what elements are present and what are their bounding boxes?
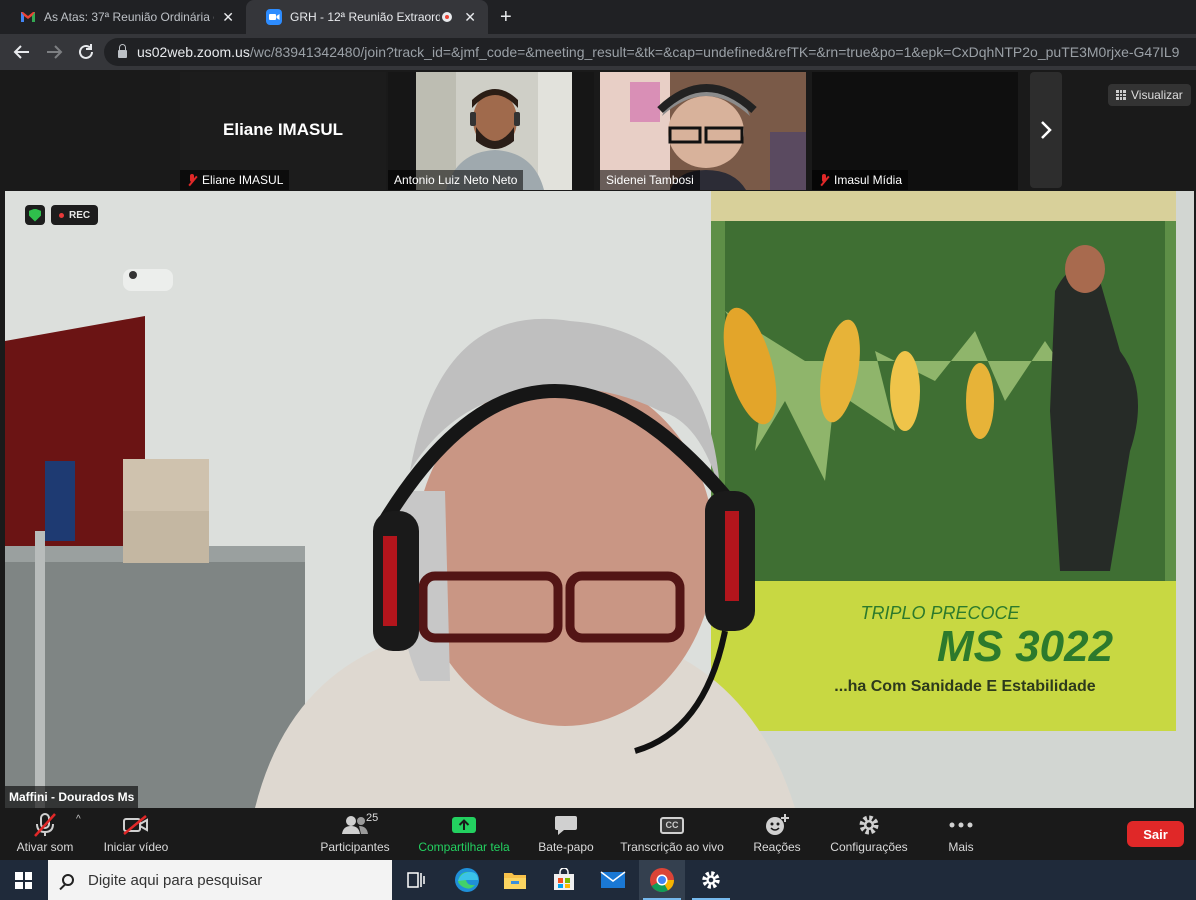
mail-icon[interactable] bbox=[590, 860, 636, 900]
participants-count: 25 bbox=[366, 812, 379, 824]
start-video-label: Iniciar vídeo bbox=[103, 840, 169, 854]
live-transcription-button[interactable]: CC Transcrição ao vivo bbox=[618, 808, 726, 860]
participant-name-placeholder: Eliane IMASUL bbox=[223, 120, 343, 139]
share-screen-icon bbox=[452, 817, 476, 833]
closed-caption-icon: CC bbox=[660, 816, 684, 834]
muted-mic-icon bbox=[186, 174, 198, 186]
chat-icon bbox=[555, 816, 577, 835]
tab-title: As Atas: 37ª Reunião Ordinária e bbox=[44, 10, 214, 24]
participant-tile[interactable]: Imasul Mídia bbox=[812, 72, 1018, 190]
participant-tile[interactable]: Antonio Luiz Neto Neto bbox=[388, 72, 594, 190]
participants-button[interactable]: 25 Participantes bbox=[318, 808, 392, 860]
unmute-label: Ativar som bbox=[16, 840, 74, 854]
lock-icon[interactable] bbox=[118, 44, 127, 58]
gear-icon bbox=[859, 815, 879, 835]
share-screen-label: Compartilhar tela bbox=[418, 840, 510, 854]
tab-gmail[interactable]: As Atas: 37ª Reunião Ordinária e ✕ bbox=[0, 0, 246, 34]
participant-label: Antonio Luiz Neto Neto bbox=[388, 170, 524, 190]
participants-label: Participantes bbox=[320, 840, 390, 854]
participant-label: Imasul Mídia bbox=[812, 170, 909, 190]
new-tab-button[interactable]: + bbox=[500, 6, 512, 29]
participant-name: Imasul Mídia bbox=[834, 173, 903, 187]
chat-label: Bate-papo bbox=[538, 840, 594, 854]
participant-tile[interactable]: Sidenei Tambosi bbox=[600, 72, 806, 190]
poster-text-2: MS 3022 bbox=[937, 622, 1114, 671]
emoji-plus-icon bbox=[766, 814, 789, 835]
participant-tile[interactable]: Eliane IMASUL Eliane IMASUL bbox=[180, 72, 386, 190]
chat-button[interactable]: Bate-papo bbox=[536, 808, 596, 860]
more-button[interactable]: Mais bbox=[944, 808, 978, 860]
close-icon[interactable]: ✕ bbox=[222, 9, 234, 26]
task-view-icon[interactable] bbox=[393, 860, 439, 900]
chevron-right-icon bbox=[1041, 121, 1052, 139]
more-label: Mais bbox=[948, 840, 974, 854]
grid-view-icon bbox=[1116, 90, 1126, 100]
recording-badge[interactable]: REC bbox=[51, 205, 99, 225]
unmute-button[interactable]: Ativar som bbox=[15, 808, 75, 860]
file-explorer-icon[interactable] bbox=[492, 860, 538, 900]
zoom-meeting: Eliane IMASUL Eliane IMASUL Antonio Luiz… bbox=[0, 70, 1196, 860]
search-placeholder: Digite aqui para pesquisar bbox=[88, 871, 263, 889]
back-arrow-icon[interactable] bbox=[12, 43, 32, 61]
speaker-video-frame: TRIPLO PRECOCE MS 3022 ...ha Com Sanidad… bbox=[5, 191, 1194, 808]
encryption-shield-icon[interactable] bbox=[25, 205, 45, 225]
url-host: us02web.zoom.us bbox=[136, 44, 250, 60]
participant-name: Antonio Luiz Neto Neto bbox=[394, 173, 518, 187]
windows-taskbar: Digite aqui para pesquisar bbox=[0, 860, 1196, 900]
reactions-button[interactable]: Reações bbox=[752, 808, 802, 860]
meeting-toolbar: Ativar som ^ Iniciar vídeo 25 Participan… bbox=[0, 808, 1196, 860]
more-dots-icon bbox=[949, 822, 973, 828]
windows-start-icon[interactable] bbox=[15, 872, 32, 889]
tab-zoom[interactable]: GRH - 12ª Reunião Extraordi ✕ bbox=[246, 0, 488, 34]
active-speaker-name: Maffini - Dourados Ms bbox=[5, 786, 139, 808]
chrome-icon[interactable] bbox=[639, 860, 685, 900]
participant-label: Sidenei Tambosi bbox=[600, 170, 700, 190]
settings-button[interactable]: Configurações bbox=[828, 808, 910, 860]
search-icon bbox=[62, 874, 74, 886]
participant-name: Eliane IMASUL bbox=[202, 173, 284, 187]
poster-text-1: TRIPLO PRECOCE bbox=[860, 603, 1020, 623]
poster-text-3: ...ha Com Sanidade E Estabilidade bbox=[834, 678, 1096, 695]
zoom-icon bbox=[266, 9, 282, 25]
participant-name: Sidenei Tambosi bbox=[606, 173, 694, 187]
reload-icon[interactable] bbox=[76, 43, 96, 61]
participants-icon bbox=[342, 816, 368, 834]
gmail-icon bbox=[21, 12, 35, 22]
settings-label: Configurações bbox=[830, 840, 908, 854]
cc-glyph: CC bbox=[665, 820, 679, 830]
recording-indicator-icon bbox=[442, 12, 452, 22]
close-icon[interactable]: ✕ bbox=[464, 9, 476, 26]
taskbar-search-input[interactable]: Digite aqui para pesquisar bbox=[48, 860, 392, 900]
muted-mic-icon bbox=[818, 174, 830, 186]
chevron-up-icon[interactable]: ^ bbox=[76, 814, 81, 825]
browser-toolbar: us02web.zoom.us/wc/83941342480/join?trac… bbox=[0, 34, 1196, 70]
forward-arrow-icon[interactable] bbox=[44, 43, 64, 61]
edge-icon[interactable] bbox=[444, 860, 490, 900]
next-page-button[interactable] bbox=[1030, 72, 1062, 188]
view-button[interactable]: Visualizar bbox=[1108, 84, 1191, 106]
url-text: us02web.zoom.us/wc/83941342480/join?trac… bbox=[137, 44, 1196, 60]
reactions-label: Reações bbox=[753, 840, 801, 854]
settings-icon[interactable] bbox=[688, 860, 734, 900]
rec-label: REC bbox=[69, 209, 91, 221]
browser-tab-bar: As Atas: 37ª Reunião Ordinária e ✕ GRH -… bbox=[0, 0, 1196, 34]
leave-button[interactable]: Sair bbox=[1127, 821, 1184, 847]
video-off-icon bbox=[123, 815, 148, 835]
live-transcription-label: Transcrição ao vivo bbox=[620, 840, 724, 854]
participant-label: Eliane IMASUL bbox=[180, 170, 290, 190]
participant-strip: Eliane IMASUL Eliane IMASUL Antonio Luiz… bbox=[0, 70, 1196, 190]
url-path: /wc/83941342480/join?track_id=&jmf_code=… bbox=[249, 44, 1180, 60]
active-speaker-video: TRIPLO PRECOCE MS 3022 ...ha Com Sanidad… bbox=[5, 191, 1194, 808]
record-dot-icon bbox=[59, 212, 64, 218]
store-icon[interactable] bbox=[541, 860, 587, 900]
tab-title: GRH - 12ª Reunião Extraordi bbox=[290, 10, 440, 24]
view-button-label: Visualizar bbox=[1131, 88, 1183, 102]
start-video-button[interactable]: Iniciar vídeo bbox=[102, 808, 170, 860]
share-screen-button[interactable]: Compartilhar tela bbox=[414, 808, 514, 860]
address-bar[interactable]: us02web.zoom.us/wc/83941342480/join?trac… bbox=[104, 38, 1196, 66]
muted-mic-icon bbox=[34, 813, 56, 837]
